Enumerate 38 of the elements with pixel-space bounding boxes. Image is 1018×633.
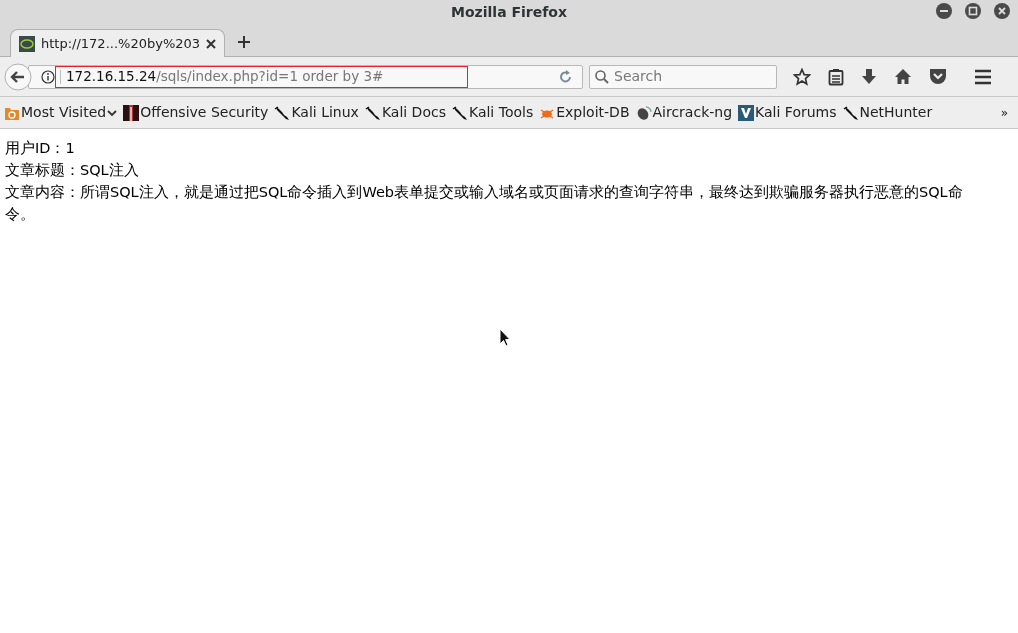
info-icon[interactable] xyxy=(41,69,55,84)
home-icon[interactable] xyxy=(894,67,912,86)
search-icon xyxy=(594,68,610,85)
address-field[interactable]: 172.16.15.24/sqls/index.php?id=1 order by 3# xyxy=(28,64,583,89)
reading-list-icon[interactable] xyxy=(828,67,844,86)
pocket-icon[interactable] xyxy=(929,68,947,85)
new-tab-icon[interactable] xyxy=(237,35,251,49)
close-icon[interactable] xyxy=(994,3,1010,19)
bookmark-item[interactable]: NetHunter xyxy=(842,102,933,123)
content-line: 用户ID：1 xyxy=(5,139,76,158)
content-line: 文章标题：SQL注入 xyxy=(5,161,140,180)
window-title: Mozilla Firefox xyxy=(451,2,567,22)
forum-icon xyxy=(738,104,755,121)
overflow-chevron[interactable]: » xyxy=(1000,103,1008,122)
menu-icon[interactable] xyxy=(974,68,992,85)
bookmark-item[interactable]: Kali Forums xyxy=(738,102,837,123)
globe-icon xyxy=(19,35,35,52)
minimize-icon[interactable] xyxy=(936,3,952,19)
bookmark-item[interactable]: Kali Docs xyxy=(364,102,446,123)
bookmark-item[interactable]: Exploit-DB xyxy=(539,102,630,123)
cursor-icon xyxy=(499,328,511,347)
bookmark-item[interactable]: Aircrack-ng xyxy=(635,102,733,123)
url-text: 172.16.15.24/sqls/index.php?id=1 order by 3# xyxy=(66,67,384,87)
content-line: 文章内容：所谓SQL注入，就是通过把SQL命令插入到Web表单提交或输入域名或页面请求的查询字符串，最终达到欺骗服务器执行恶意的SQL命令。 xyxy=(5,183,964,224)
bookmark-item[interactable]: Most Visited xyxy=(4,102,118,123)
close-tab-icon[interactable] xyxy=(206,38,217,49)
star-icon[interactable] xyxy=(793,67,811,86)
chevron-down-icon xyxy=(107,108,118,117)
download-icon[interactable] xyxy=(861,67,877,86)
back-icon[interactable] xyxy=(4,62,32,91)
browser-tab[interactable]: http://172...%20by%203 xyxy=(10,29,225,57)
maximize-icon[interactable] xyxy=(965,3,981,19)
reload-icon[interactable] xyxy=(558,68,574,85)
search-field[interactable]: Search xyxy=(589,64,777,89)
bookmark-item[interactable]: Offensive Security xyxy=(123,102,269,123)
bookmark-item[interactable]: Kali Tools xyxy=(451,102,534,123)
bookmark-icon xyxy=(123,104,140,121)
bookmark-item[interactable]: Kali Linux xyxy=(274,102,359,123)
